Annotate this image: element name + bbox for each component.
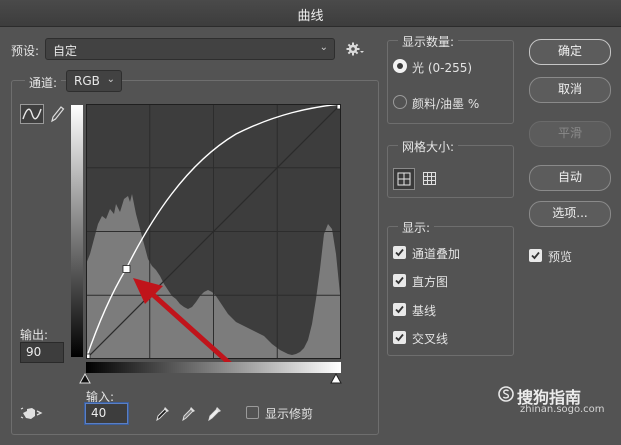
output-label: 输出:: [20, 328, 49, 342]
baseline-label: 基线: [412, 304, 437, 318]
show-amount-title: 显示数量:: [398, 33, 459, 50]
auto-button[interactable]: 自动: [529, 165, 611, 191]
channel-overlay-checkbox[interactable]: [393, 246, 406, 259]
channel-value: RGB: [74, 74, 100, 88]
preset-dropdown[interactable]: 自定 ⌄: [45, 38, 335, 60]
input-field[interactable]: 40: [85, 403, 128, 424]
intersection-line-checkbox[interactable]: [393, 331, 406, 344]
chevron-down-icon: ⌄: [106, 74, 115, 85]
black-point-slider[interactable]: [79, 372, 91, 384]
window-title: 曲线: [297, 9, 324, 24]
baseline-checkbox[interactable]: [393, 303, 406, 316]
chevron-down-icon: ⌄: [319, 42, 328, 53]
grid-size-title: 网格大小:: [398, 138, 459, 155]
title-bar: 曲线: [0, 0, 621, 27]
show-clipping-checkbox[interactable]: [246, 406, 259, 419]
light-radio[interactable]: [393, 59, 407, 73]
show-clipping-label: 显示修剪: [265, 407, 314, 421]
grid-detailed-icon[interactable]: [420, 169, 440, 189]
output-field[interactable]: 90: [20, 342, 64, 363]
smooth-button[interactable]: 平滑: [529, 121, 611, 147]
histogram-checkbox[interactable]: [393, 274, 406, 287]
white-eyedropper-icon[interactable]: [207, 404, 223, 422]
black-eyedropper-icon[interactable]: [155, 404, 171, 422]
input-gradient-bar: [86, 362, 341, 373]
preview-label: 预览: [548, 250, 573, 264]
preset-options-gear-icon[interactable]: [345, 40, 365, 58]
preset-value: 自定: [53, 44, 78, 58]
channel-label: 通道:: [25, 74, 62, 91]
curve-edit-tool-icon[interactable]: [20, 104, 44, 124]
ok-button[interactable]: 确定: [529, 39, 611, 65]
pencil-tool-icon[interactable]: [48, 104, 66, 124]
channel-dropdown[interactable]: RGB ⌄: [66, 70, 122, 92]
channel-overlay-label: 通道叠加: [412, 247, 461, 261]
output-gradient-bar: [71, 105, 83, 357]
white-point-slider[interactable]: [330, 372, 342, 384]
gray-eyedropper-icon[interactable]: [181, 404, 197, 422]
pigment-radio-label: 颜料/油墨 %: [412, 97, 480, 111]
options-button[interactable]: 选项...: [529, 201, 611, 227]
grid-simple-icon[interactable]: [393, 168, 415, 190]
intersection-line-label: 交叉线: [412, 332, 449, 346]
watermark-url: zhinan.sogo.com: [520, 404, 605, 415]
cancel-button[interactable]: 取消: [529, 77, 611, 103]
preset-label: 预设:: [11, 44, 40, 58]
histogram-label: 直方图: [412, 275, 449, 289]
on-image-adjust-hand-icon[interactable]: [20, 404, 44, 422]
pigment-radio[interactable]: [393, 95, 407, 109]
light-radio-label: 光 (0-255): [412, 61, 473, 75]
sogou-logo-icon: [498, 386, 514, 402]
show-title: 显示:: [398, 219, 435, 236]
preview-checkbox[interactable]: [529, 249, 542, 262]
